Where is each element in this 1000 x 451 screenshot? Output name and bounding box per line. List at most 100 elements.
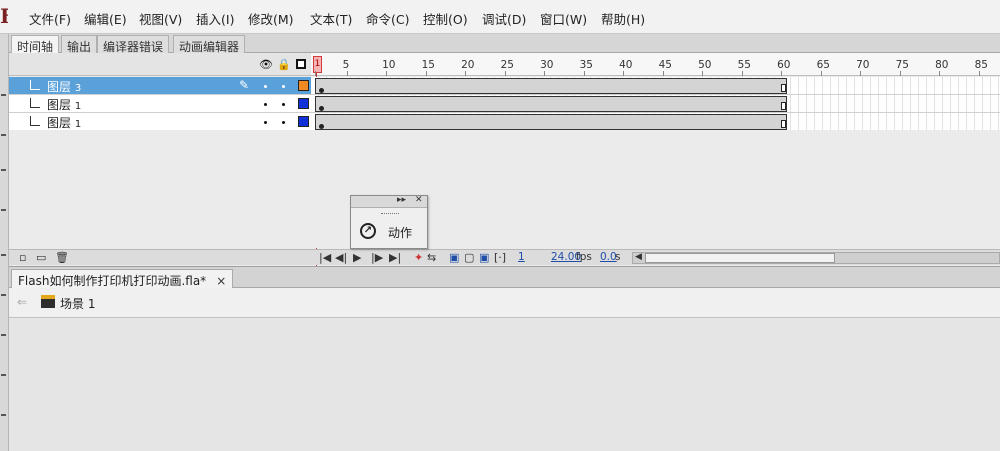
panel-grip[interactable]: [381, 213, 399, 215]
layer-frames[interactable]: [311, 113, 1000, 131]
layer-row[interactable]: 图层 1: [9, 113, 311, 131]
stage-area[interactable]: [9, 319, 1000, 451]
layer-name[interactable]: 图层 1: [47, 96, 81, 113]
tools-strip[interactable]: [0, 34, 9, 451]
frame-span[interactable]: [315, 114, 787, 130]
loop-icon[interactable]: ⇆: [427, 251, 436, 264]
document-tab[interactable]: Flash如何制作打印机打印动画.fla* ×: [11, 269, 234, 289]
close-tab-icon[interactable]: ×: [216, 274, 226, 288]
ruler-tick: [346, 71, 348, 76]
frame-ruler[interactable]: 1 5 10 15 20 25 30 35 40 45 50 55 60 65 70 75 80 85: [311, 53, 1000, 76]
layer-row[interactable]: 图层 1: [9, 95, 311, 113]
keyframe[interactable]: [319, 124, 324, 129]
frame-span[interactable]: [315, 96, 787, 112]
lock-dot[interactable]: [282, 103, 285, 106]
outline-icon[interactable]: [296, 59, 306, 69]
tool-tick[interactable]: [1, 134, 6, 136]
actions-label: 动作: [388, 226, 413, 240]
menu-control[interactable]: 控制(O): [423, 9, 468, 28]
onion-markers-icon[interactable]: [·]: [494, 251, 506, 264]
layer-name[interactable]: 图层 1: [47, 114, 81, 131]
edit-multiple-icon[interactable]: ▣: [479, 251, 489, 264]
actions-button[interactable]: ↗ 动作: [355, 219, 425, 245]
outline-color-box[interactable]: [298, 98, 309, 109]
ruler-label: 10: [382, 59, 396, 71]
menu-modify[interactable]: 修改(M): [248, 9, 294, 28]
ruler-tick: [860, 71, 862, 76]
go-last-frame-icon[interactable]: ▶|: [389, 251, 401, 264]
timeline-panel: 👁 🔒 1 5 10 15 20 25 30 35 40 45 50 55 60 65 70 75 80 85 …: [9, 53, 1000, 273]
delete-layer-icon[interactable]: 🗑: [55, 251, 69, 264]
tool-tick[interactable]: [1, 374, 6, 376]
frame-span[interactable]: [315, 78, 787, 94]
panel-titlebar[interactable]: ▸▸ ✕: [351, 195, 427, 208]
ruler-tick: [583, 71, 585, 76]
close-icon[interactable]: ✕: [415, 195, 423, 205]
new-folder-icon[interactable]: ▭: [36, 251, 46, 264]
menu-insert[interactable]: 插入(I): [196, 9, 234, 28]
ruler-tick: [465, 71, 467, 76]
ruler-label: 50: [698, 59, 712, 71]
menu-view[interactable]: 视图(V): [139, 9, 182, 28]
menu-debug[interactable]: 调试(D): [482, 9, 526, 28]
scene-breadcrumb[interactable]: 场景 1: [60, 295, 95, 312]
lock-dot[interactable]: [282, 121, 285, 124]
current-frame-value[interactable]: 1: [518, 251, 525, 263]
end-frame[interactable]: [781, 84, 786, 92]
eye-icon[interactable]: 👁: [259, 58, 273, 71]
end-frame[interactable]: [781, 102, 786, 110]
visibility-dot[interactable]: [264, 103, 267, 106]
visibility-dot[interactable]: [264, 85, 267, 88]
tool-tick[interactable]: [1, 209, 6, 211]
visibility-dot[interactable]: [264, 121, 267, 124]
step-back-icon[interactable]: ◀|: [335, 251, 347, 264]
new-layer-icon[interactable]: ▫: [19, 251, 26, 264]
end-frame[interactable]: [781, 120, 786, 128]
horizontal-scrollbar[interactable]: ◀: [632, 252, 1000, 264]
ruler-tick: [425, 71, 427, 76]
center-frame-icon[interactable]: ✦: [414, 251, 423, 264]
ruler-label: 45: [658, 59, 672, 71]
menu-edit[interactable]: 编辑(E): [84, 9, 127, 28]
menu-help[interactable]: 帮助(H): [601, 9, 645, 28]
ruler-label: 80: [935, 59, 949, 71]
menu-window[interactable]: 窗口(W): [540, 9, 587, 28]
tool-tick[interactable]: [1, 414, 6, 416]
ruler-label: 15: [421, 59, 435, 71]
layer-icon: [30, 116, 40, 126]
tool-tick[interactable]: [1, 294, 6, 296]
ruler-tick: [623, 71, 625, 76]
menu-commands[interactable]: 命令(C): [366, 9, 409, 28]
lock-icon[interactable]: 🔒: [277, 58, 291, 71]
tool-tick[interactable]: [1, 334, 6, 336]
step-forward-icon[interactable]: |▶: [371, 251, 383, 264]
ruler-tick: [386, 71, 388, 76]
lock-dot[interactable]: [282, 85, 285, 88]
onion-outline-icon[interactable]: ▢: [464, 251, 474, 264]
layer-row[interactable]: 图层 3 ✎: [9, 77, 311, 95]
tool-tick[interactable]: [1, 254, 6, 256]
outline-color-box[interactable]: [298, 116, 309, 127]
outline-color-box[interactable]: [298, 80, 309, 91]
back-arrow-icon[interactable]: ⇐: [17, 295, 27, 309]
go-first-frame-icon[interactable]: |◀: [319, 251, 331, 264]
onion-skin-icon[interactable]: ▣: [449, 251, 459, 264]
tab-motion-editor[interactable]: 动画编辑器: [173, 35, 246, 54]
ruler-label: 25: [500, 59, 514, 71]
layer-name[interactable]: 图层 3: [47, 78, 81, 95]
menu-text[interactable]: 文本(T): [310, 9, 352, 28]
scroll-left-icon[interactable]: ◀: [635, 252, 642, 262]
menu-file[interactable]: 文件(F): [29, 9, 71, 28]
tab-output[interactable]: 输出: [61, 35, 98, 54]
tool-tick[interactable]: [1, 169, 6, 171]
play-icon[interactable]: ▶: [353, 251, 361, 264]
scroll-thumb[interactable]: [645, 253, 835, 263]
layer-frames[interactable]: [311, 77, 1000, 95]
tool-tick[interactable]: [1, 94, 6, 96]
expand-icon[interactable]: ▸▸: [397, 195, 406, 205]
keyframe[interactable]: [319, 106, 324, 111]
tab-compiler-errors[interactable]: 编译器错误: [97, 35, 170, 54]
tab-timeline[interactable]: 时间轴: [11, 35, 60, 54]
layer-frames[interactable]: [311, 95, 1000, 113]
keyframe[interactable]: [319, 88, 324, 93]
